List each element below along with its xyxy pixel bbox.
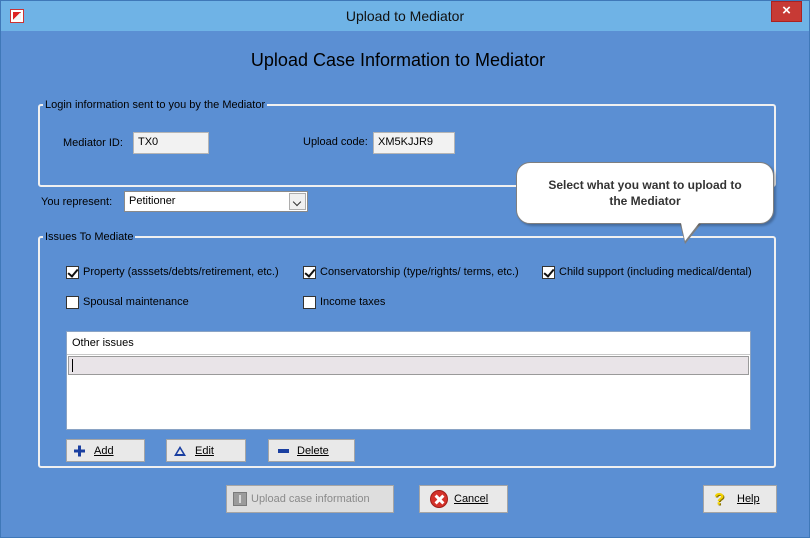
income-taxes-checkbox-label: Income taxes — [320, 296, 386, 308]
text-caret — [72, 359, 73, 372]
represent-select[interactable]: Petitioner — [124, 191, 308, 212]
callout-line-1: Select what you want to upload to — [548, 178, 742, 192]
help-callout: Select what you want to upload to the Me… — [516, 162, 774, 224]
page-title: Upload Case Information to Mediator — [250, 50, 546, 70]
cancel-button[interactable]: Cancel — [419, 485, 508, 513]
upload-button-label: Upload case information — [251, 493, 370, 505]
checkbox-box[interactable] — [303, 296, 316, 309]
delete-button-label: Delete — [297, 444, 329, 457]
close-button[interactable]: × — [771, 1, 802, 22]
conservatorship-checkbox-label: Conservatorship (type/rights/ terms, etc… — [320, 266, 519, 278]
issues-legend: Issues To Mediate — [45, 231, 134, 243]
plus-icon — [74, 445, 85, 456]
child-support-checkbox-label: Child support (including medical/dental) — [559, 266, 752, 278]
edit-button-label: Edit — [195, 444, 214, 457]
help-button[interactable]: ? Help — [703, 485, 777, 513]
other-issues-header-label: Other issues — [72, 337, 134, 349]
delete-button[interactable]: Delete — [268, 439, 355, 462]
represent-selected-value: Petitioner — [129, 195, 176, 207]
checkbox-box[interactable] — [66, 266, 79, 279]
upload-case-info-button[interactable]: Upload case information — [226, 485, 394, 513]
chevron-down-icon[interactable] — [289, 193, 306, 210]
upload-code-label: Upload code: — [303, 136, 368, 148]
help-button-label: Help — [737, 493, 760, 505]
triangle-icon — [174, 445, 186, 456]
cancel-icon — [430, 490, 448, 508]
checkbox-box[interactable] — [303, 266, 316, 279]
other-issues-edit-row[interactable] — [68, 356, 749, 375]
minus-icon — [278, 448, 289, 453]
upload-icon — [233, 492, 247, 506]
mediator-id-label: Mediator ID: — [63, 137, 123, 149]
grid-column-header: Other issues — [67, 332, 750, 355]
window-title: Upload to Mediator — [345, 8, 465, 24]
represent-label: You represent: — [41, 196, 113, 208]
spousal-maintenance-checkbox-label: Spousal maintenance — [83, 296, 189, 308]
checkbox-box[interactable] — [66, 296, 79, 309]
add-button[interactable]: Add — [66, 439, 145, 462]
callout-line-2: the Mediator — [609, 194, 681, 208]
checkbox-box[interactable] — [542, 266, 555, 279]
other-issues-grid[interactable]: Other issues — [66, 331, 751, 430]
issues-group: Issues To Mediate Property (asssets/debt… — [38, 231, 776, 468]
mediator-id-field[interactable]: TX0 — [133, 132, 209, 154]
property-checkbox-label: Property (asssets/debts/retirement, etc.… — [83, 266, 279, 278]
login-info-legend: Login information sent to you by the Med… — [45, 99, 266, 111]
upload-to-mediator-window: Upload to Mediator × Upload Case Informa… — [0, 0, 810, 538]
upload-code-field[interactable]: XM5KJJR9 — [373, 132, 455, 154]
help-icon: ? — [714, 489, 725, 509]
callout-tail — [681, 223, 699, 241]
cancel-button-label: Cancel — [454, 493, 489, 505]
edit-button[interactable]: Edit — [166, 439, 246, 462]
title-bar[interactable]: Upload to Mediator × — [1, 1, 809, 31]
add-button-label: Add — [94, 444, 114, 457]
dialog-body: Upload Case Information to Mediator Logi… — [8, 31, 802, 531]
